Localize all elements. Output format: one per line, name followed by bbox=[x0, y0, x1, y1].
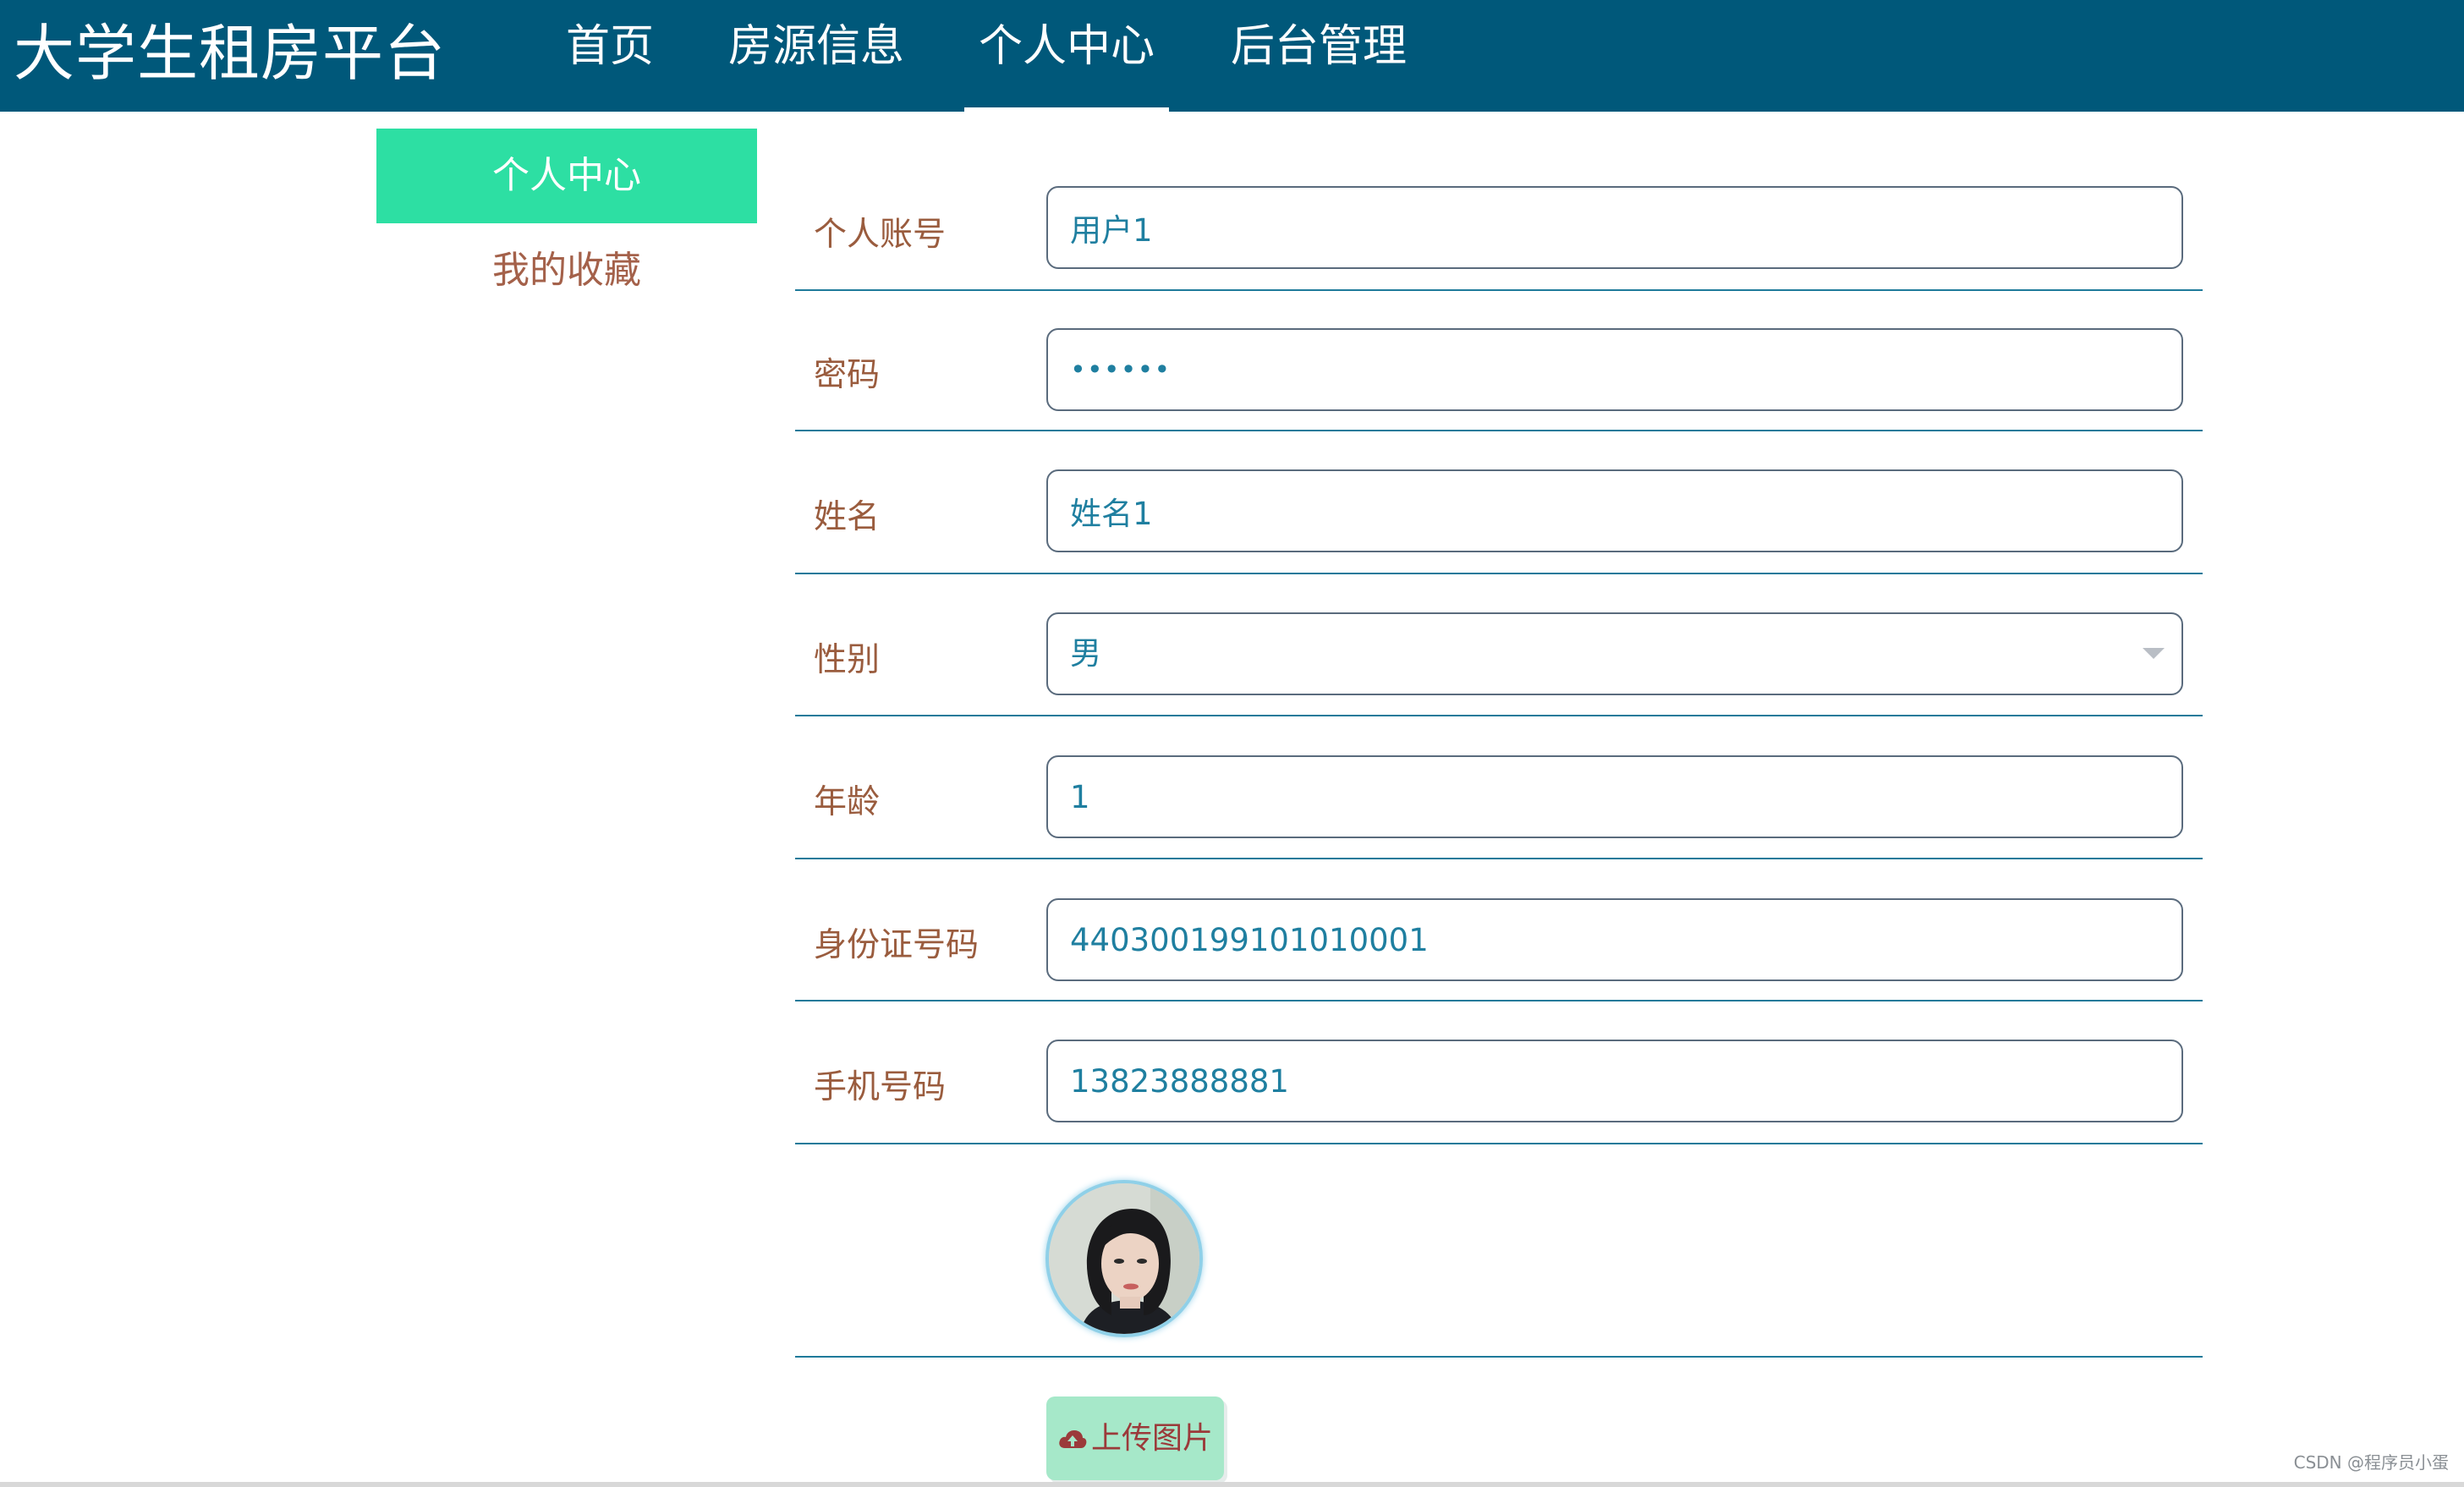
form-row-account: 个人账号 bbox=[795, 169, 2203, 291]
nav-listings[interactable]: 房源信息 bbox=[721, 0, 912, 112]
form-row-phone: 手机号码 bbox=[795, 1001, 2203, 1144]
age-label: 年龄 bbox=[814, 783, 881, 821]
form-row-password: 密码 •••••• bbox=[795, 291, 2203, 431]
account-label: 个人账号 bbox=[814, 216, 947, 254]
gender-label: 性别 bbox=[814, 641, 881, 679]
sidebar-item-favorites[interactable]: 我的收藏 bbox=[376, 223, 757, 318]
upload-image-label: 上传图片 bbox=[1090, 1421, 1213, 1456]
age-input[interactable] bbox=[1046, 755, 2183, 838]
phone-label: 手机号码 bbox=[814, 1068, 947, 1106]
phone-input[interactable] bbox=[1046, 1040, 2183, 1122]
top-navbar: 大学生租房平台 首页 房源信息 个人中心 后台管理 bbox=[0, 0, 2464, 112]
form-row-name: 姓名 bbox=[795, 431, 2203, 574]
nav-home[interactable]: 首页 bbox=[550, 0, 670, 112]
form-row-avatar bbox=[795, 1144, 2203, 1358]
id-number-label: 身份证号码 bbox=[814, 926, 980, 964]
bottom-divider bbox=[0, 1482, 2464, 1487]
password-label: 密码 bbox=[814, 356, 881, 394]
form-row-age: 年龄 bbox=[795, 716, 2203, 859]
watermark: CSDN @程序员小蛋 bbox=[2293, 1452, 2449, 1473]
avatar bbox=[1045, 1180, 1203, 1337]
nav-personal-center[interactable]: 个人中心 bbox=[964, 0, 1169, 112]
avatar-portrait-image bbox=[1049, 1183, 1199, 1334]
gender-select[interactable]: 男 bbox=[1046, 612, 2183, 695]
chevron-down-icon[interactable] bbox=[2143, 648, 2165, 659]
form-row-id-number: 身份证号码 bbox=[795, 859, 2203, 1001]
form-row-gender: 性别 男 bbox=[795, 574, 2203, 716]
sidebar-item-personal-center[interactable]: 个人中心 bbox=[376, 129, 757, 223]
name-input[interactable] bbox=[1046, 469, 2183, 552]
gender-selected-value: 男 bbox=[1070, 635, 1101, 672]
id-number-input[interactable] bbox=[1046, 898, 2183, 981]
site-brand[interactable]: 大学生租房平台 bbox=[14, 15, 446, 91]
cloud-upload-icon bbox=[1059, 1430, 1087, 1448]
nav-admin[interactable]: 后台管理 bbox=[1223, 0, 1414, 112]
password-input[interactable]: •••••• bbox=[1046, 328, 2183, 411]
account-input[interactable] bbox=[1046, 186, 2183, 269]
name-label: 姓名 bbox=[814, 498, 881, 536]
upload-image-button[interactable]: 上传图片 bbox=[1046, 1396, 1224, 1480]
